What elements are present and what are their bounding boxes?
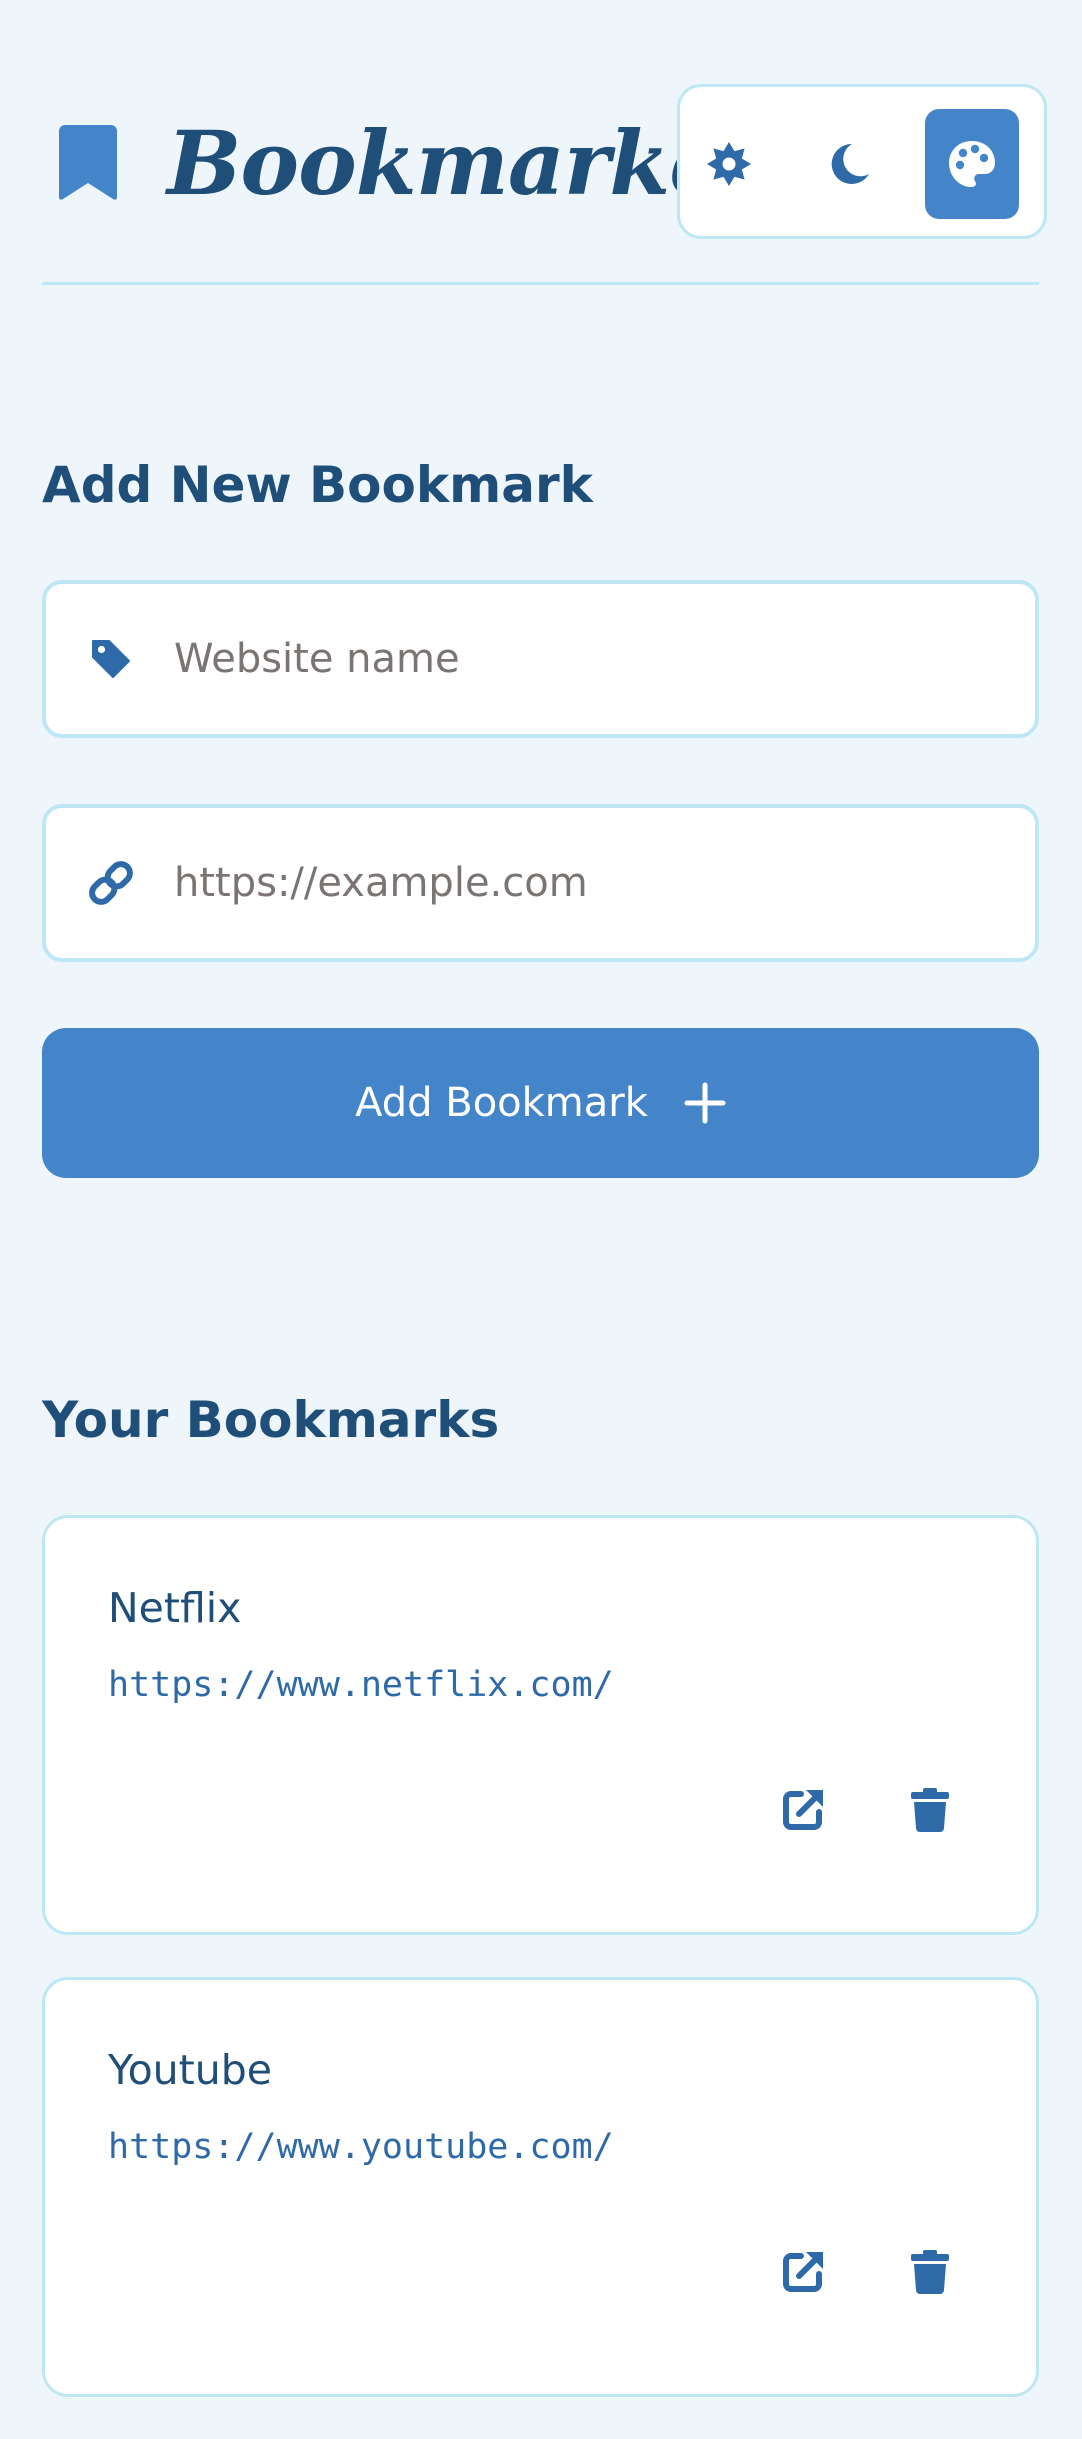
bookmark-url: https://www.netflix.com/ xyxy=(108,1665,614,1705)
bookmark-name: Netflix xyxy=(108,1584,242,1632)
open-link-button[interactable] xyxy=(775,1782,831,1838)
palette-icon xyxy=(949,141,995,187)
bookmark-name: Youtube xyxy=(108,2046,272,2094)
external-link-icon xyxy=(783,1790,823,1830)
delete-bookmark-button[interactable] xyxy=(902,1782,958,1838)
theme-dark-button[interactable] xyxy=(802,109,896,219)
website-url-input[interactable] xyxy=(174,808,994,958)
external-link-icon xyxy=(783,2252,823,2292)
trash-icon xyxy=(911,2250,949,2294)
open-link-button[interactable] xyxy=(775,2244,831,2300)
add-bookmark-heading: Add New Bookmark xyxy=(42,456,593,514)
delete-bookmark-button[interactable] xyxy=(902,2244,958,2300)
bookmark-icon xyxy=(59,125,117,200)
your-bookmarks-heading: Your Bookmarks xyxy=(42,1391,500,1449)
add-bookmark-label: Add Bookmark xyxy=(355,1080,648,1126)
bookmark-url: https://www.youtube.com/ xyxy=(108,2127,614,2167)
bookmark-card: Netflix https://www.netflix.com/ xyxy=(42,1515,1039,1935)
website-url-field[interactable] xyxy=(42,804,1039,962)
header-divider xyxy=(42,282,1039,285)
website-name-input[interactable] xyxy=(174,584,994,734)
sun-icon xyxy=(707,142,751,186)
link-icon xyxy=(86,858,136,908)
add-bookmark-button[interactable]: Add Bookmark xyxy=(42,1028,1039,1178)
app-header: Bookmarker xyxy=(42,84,1047,242)
plus-icon xyxy=(684,1082,726,1124)
brand: Bookmarker xyxy=(42,108,771,218)
moon-icon xyxy=(831,143,869,184)
theme-color-button[interactable] xyxy=(925,109,1019,219)
bookmark-card: Youtube https://www.youtube.com/ xyxy=(42,1977,1039,2397)
trash-icon xyxy=(911,1788,949,1832)
theme-light-button[interactable] xyxy=(682,109,776,219)
theme-switcher xyxy=(677,84,1047,239)
tag-icon xyxy=(86,634,136,684)
website-name-field[interactable] xyxy=(42,580,1039,738)
